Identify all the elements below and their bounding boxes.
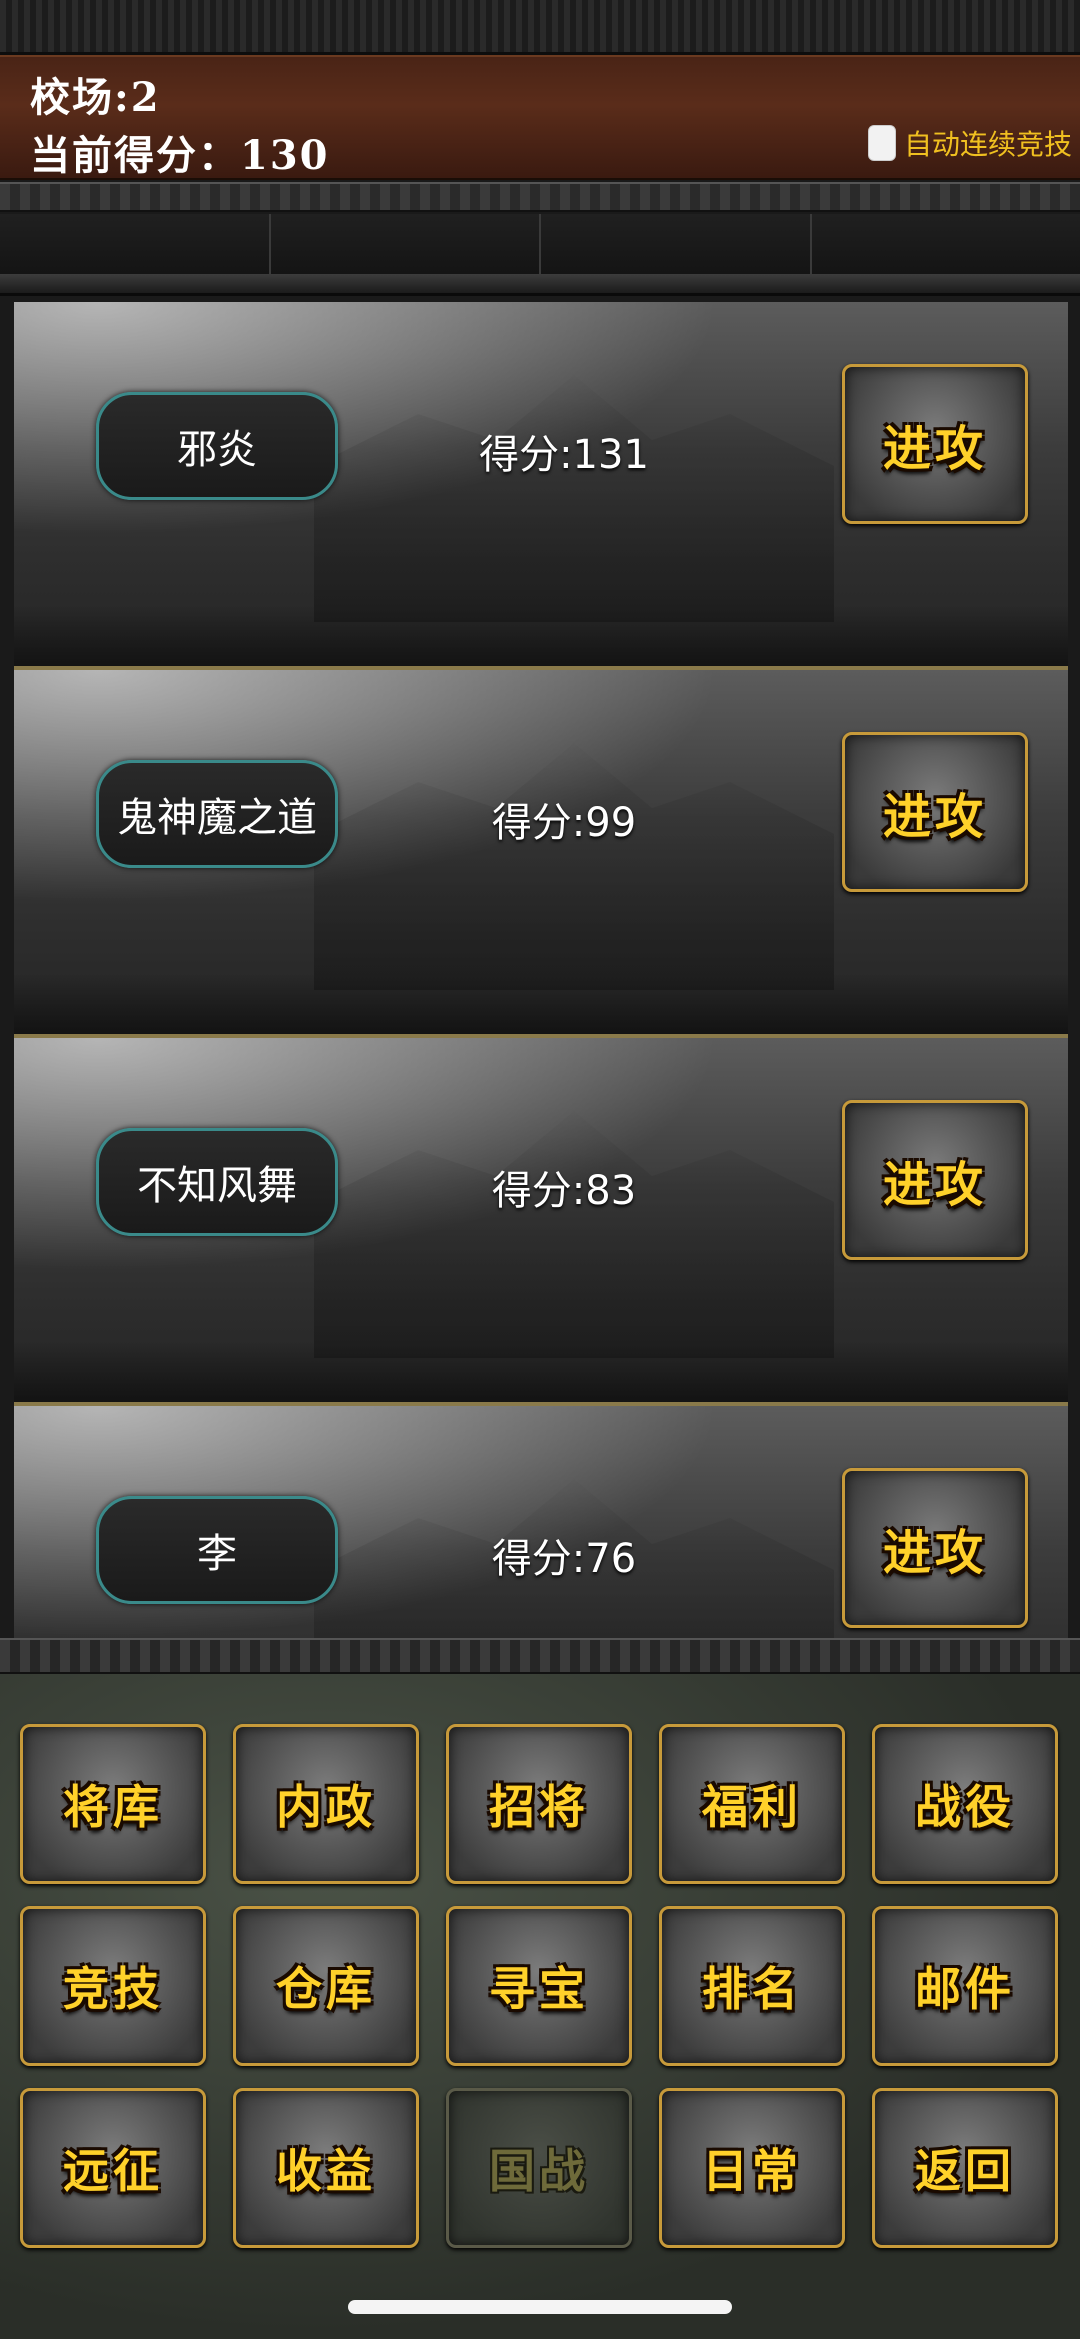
menu-button-label: 寻宝 [489,1962,589,2016]
home-indicator[interactable] [348,2300,732,2314]
menu-button-label: 日常 [702,2144,802,2198]
arena-header: 校场:2 当前得分：130 自动连续竞技 [0,55,1080,180]
tab-segment [812,214,1080,274]
menu-button-label: 战役 [915,1780,1015,1834]
menu-button-welfare[interactable]: 福利 [659,1724,845,1884]
arena-label: 校场: [30,74,131,121]
attack-button[interactable]: 进攻 [842,364,1028,524]
opponent-row: 邪炎 得分:131 进攻 [14,302,1068,670]
attack-button-label: 进攻 [882,421,987,477]
row-shadow [14,606,1068,666]
attack-button[interactable]: 进攻 [842,732,1028,892]
tab-bar [0,214,1080,274]
menu-grid: 将库 内政 招将 福利 战役 竞技 仓库 寻宝 排名 邮件 远征 收益 国战 日… [20,1724,1060,2248]
menu-button-arena[interactable]: 竞技 [20,1906,206,2066]
attack-button[interactable]: 进攻 [842,1100,1028,1260]
menu-button-label: 招将 [489,1780,589,1834]
menu-button-treasure-hunt[interactable]: 寻宝 [446,1906,632,2066]
opponent-row: 鬼神魔之道 得分:99 进攻 [14,670,1068,1038]
tab-segment [0,214,271,274]
menu-button-label: 福利 [702,1780,802,1834]
menu-button-internal-affairs[interactable]: 内政 [233,1724,419,1884]
menu-button-label: 内政 [276,1780,376,1834]
opponent-name: 鬼神魔之道 [96,760,338,868]
palace-background [314,1111,834,1358]
menu-button-ranking[interactable]: 排名 [659,1906,845,2066]
current-score-info: 当前得分：130 [30,123,330,181]
menu-button-label: 国战 [489,2144,589,2198]
menu-button-label: 将库 [63,1780,163,1834]
arena-info: 校场:2 [30,65,161,123]
tab-segment [541,214,812,274]
auto-continuous-checkbox[interactable] [867,125,896,161]
menu-button-general-storage[interactable]: 将库 [20,1724,206,1884]
attack-button-label: 进攻 [882,1157,987,1213]
menu-button-mail[interactable]: 邮件 [872,1906,1058,2066]
opponent-score: 得分:99 [491,800,637,846]
menu-decorative-band [0,1638,1080,1674]
list-top-border [0,274,1080,296]
attack-button-label: 进攻 [882,789,987,845]
opponent-score: 得分:83 [491,1168,637,1214]
current-score-value: 130 [240,132,330,179]
attack-button[interactable]: 进攻 [842,1468,1028,1628]
menu-button-campaign[interactable]: 战役 [872,1724,1058,1884]
menu-button-nation-war: 国战 [446,2088,632,2248]
menu-button-expedition[interactable]: 远征 [20,2088,206,2248]
top-decorative-strip [0,0,1080,55]
opponent-name: 李 [96,1496,338,1604]
opponent-name: 邪炎 [96,392,338,500]
current-score-label: 当前得分： [30,132,240,179]
menu-button-back[interactable]: 返回 [872,2088,1058,2248]
opponent-row: 李 得分:76 进攻 [14,1406,1068,1638]
main-menu: 将库 内政 招将 福利 战役 竞技 仓库 寻宝 排名 邮件 远征 收益 国战 日… [0,1674,1080,2339]
opponent-score: 得分:131 [479,432,649,478]
palace-background [314,743,834,990]
menu-button-label: 仓库 [276,1962,376,2016]
attack-button-label: 进攻 [882,1525,987,1581]
menu-button-earnings[interactable]: 收益 [233,2088,419,2248]
palace-background [314,375,834,622]
menu-button-recruit[interactable]: 招将 [446,1724,632,1884]
auto-continuous-label: 自动连续竞技 [903,128,1072,161]
menu-button-warehouse[interactable]: 仓库 [233,1906,419,2066]
header-decorative-band [0,182,1080,212]
menu-button-label: 竞技 [63,1962,163,2016]
row-shadow [14,974,1068,1034]
tab-segment [271,214,541,274]
menu-button-label: 返回 [915,2144,1015,2198]
row-shadow [14,1342,1068,1402]
opponent-row: 不知风舞 得分:83 进攻 [14,1038,1068,1406]
opponent-name: 不知风舞 [96,1128,338,1236]
menu-button-label: 收益 [276,2144,376,2198]
opponent-score: 得分:76 [491,1536,637,1582]
opponent-list[interactable]: 邪炎 得分:131 进攻 鬼神魔之道 得分:99 进攻 不知风舞 得分:83 进… [14,302,1068,1638]
menu-button-label: 邮件 [915,1962,1015,2016]
auto-continuous-toggle[interactable]: 自动连续竞技 [867,123,1072,163]
menu-button-daily[interactable]: 日常 [659,2088,845,2248]
menu-button-label: 排名 [702,1962,802,2016]
arena-value: 2 [130,74,161,121]
menu-button-label: 远征 [63,2144,163,2198]
